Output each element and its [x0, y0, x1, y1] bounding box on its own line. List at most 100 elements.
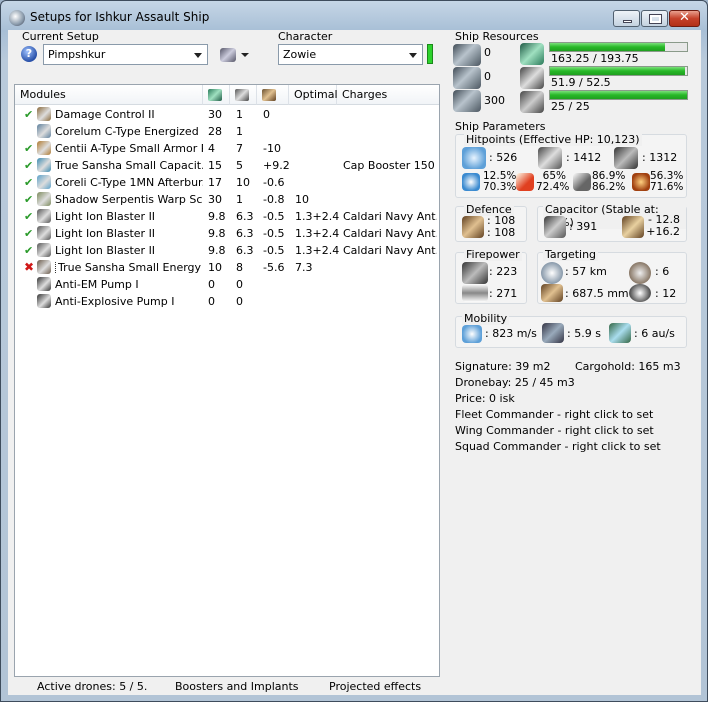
- module-row[interactable]: ✔ Damage Control II 30 1 0: [15, 106, 437, 123]
- module-optimal: 1.3+2.4: [295, 210, 339, 223]
- module-row[interactable]: ✔ Shadow Serpentis Warp Sc... 30 1 -0.8 10: [15, 191, 437, 208]
- module-powergrid: 1: [236, 193, 243, 206]
- character-label: Character: [278, 30, 333, 43]
- defence-value-b: : 108: [487, 226, 516, 239]
- rig-icon: [37, 294, 51, 308]
- module-charges: Cap Booster 150: [343, 159, 435, 172]
- online-check-icon[interactable]: ✔: [24, 210, 33, 223]
- module-cpu: 17: [208, 176, 222, 189]
- window-title: Setups for Ishkur Assault Ship: [30, 10, 210, 24]
- module-name-text: Coreli C-Type 1MN Afterbur...: [55, 176, 203, 189]
- setup-dropdown[interactable]: Pimpshkur: [43, 44, 208, 65]
- ship-tools-icon[interactable]: [220, 48, 236, 62]
- warp-speed-value: : 6 au/s: [634, 327, 675, 340]
- close-icon: ✕: [679, 10, 690, 25]
- module-name-text: Light Ion Blaster II: [55, 210, 156, 223]
- firepower-value-a: : 223: [489, 265, 518, 278]
- module-row[interactable]: Corelum C-Type Energized ... 28 1: [15, 123, 437, 140]
- em-resist-values: 12.5% 70.3%: [483, 171, 517, 193]
- online-check-icon[interactable]: ✔: [24, 108, 33, 121]
- module-row[interactable]: ✔ Centii A-Type Small Armor R... 4 7 -10: [15, 140, 437, 157]
- online-check-icon[interactable]: ✔: [24, 159, 33, 172]
- module-powergrid: 0: [236, 278, 243, 291]
- armor-hp-value: : 1412: [566, 151, 602, 164]
- module-cpu: 10: [208, 261, 222, 274]
- squad-commander-slot[interactable]: Squad Commander - right click to set: [455, 440, 661, 453]
- status-bar: Active drones: 5 / 5. Boosters and Impla…: [8, 680, 701, 695]
- module-optimal: 1.3+2.4: [295, 227, 339, 240]
- ship-resources-title: Ship Resources: [455, 30, 539, 43]
- volley-damage-icon: [462, 284, 488, 302]
- maximize-button[interactable]: [641, 10, 668, 27]
- module-row[interactable]: Anti-Explosive Pump I 0 0: [15, 293, 437, 310]
- wing-commander-slot[interactable]: Wing Commander - right click to set: [455, 424, 654, 437]
- module-row[interactable]: ✔ Light Ion Blaster II 9.8 6.3 -0.5 1.3+2.4 Ca…: [15, 242, 437, 259]
- module-powergrid: 6.3: [236, 227, 254, 240]
- module-name: True Sansha Small Energy ...: [55, 261, 203, 274]
- thermal-resist-armor: 72.4%: [536, 181, 570, 193]
- drone-bandwidth-icon: [453, 90, 481, 112]
- calibration-value: 25 / 25: [551, 100, 590, 113]
- help-icon[interactable]: ?: [21, 46, 37, 62]
- module-name-text: Anti-Explosive Pump I: [55, 295, 175, 308]
- module-capacitor: -0.8: [263, 193, 285, 206]
- em-resist-armor: 70.3%: [483, 181, 517, 193]
- column-header-capacitor[interactable]: [257, 85, 289, 105]
- module-row[interactable]: Anti-EM Pump I 0 0: [15, 276, 437, 293]
- energizer-icon: [37, 124, 51, 138]
- em-resist-icon: [462, 173, 480, 191]
- online-check-icon[interactable]: ✔: [24, 227, 33, 240]
- warp-scrambler-icon: [37, 192, 51, 206]
- minimize-button[interactable]: [613, 10, 640, 27]
- module-powergrid: 1: [236, 108, 243, 121]
- module-name-text: Light Ion Blaster II: [55, 244, 156, 257]
- column-header-modules[interactable]: Modules: [15, 85, 203, 105]
- close-button[interactable]: ✕: [669, 10, 700, 27]
- capacitor-amount-icon: [544, 216, 566, 238]
- scan-resolution-icon: [541, 284, 563, 302]
- defence-group: Defence : 108 : 108: [455, 203, 527, 242]
- fleet-commander-slot[interactable]: Fleet Commander - right click to set: [455, 408, 653, 421]
- module-row[interactable]: ✖ True Sansha Small Energy ... 10 8 -5.6 7.3: [15, 259, 437, 276]
- tools-chevron-down-icon[interactable]: [241, 53, 249, 57]
- module-cpu: 28: [208, 125, 222, 138]
- boosters-implants-button[interactable]: Boosters and Implants: [175, 680, 299, 693]
- maximize-icon: [649, 14, 662, 24]
- cpu-icon: [520, 43, 544, 65]
- online-check-icon[interactable]: ✔: [24, 142, 33, 155]
- module-optimal: 10: [295, 193, 309, 206]
- explosive-resist-values: 56.3% 71.6%: [650, 171, 684, 193]
- character-dropdown[interactable]: Zowie: [278, 44, 423, 65]
- active-drones-label[interactable]: Active drones: 5 / 5.: [37, 680, 147, 693]
- offline-cross-icon[interactable]: ✖: [24, 260, 34, 274]
- chevron-down-icon: [194, 53, 202, 58]
- module-name-text: Light Ion Blaster II: [55, 227, 156, 240]
- module-cpu: 30: [208, 108, 222, 121]
- projected-effects-button[interactable]: Projected effects: [329, 680, 421, 693]
- online-check-icon[interactable]: ✔: [24, 193, 33, 206]
- title-bar[interactable]: Setups for Ishkur Assault Ship ✕: [1, 1, 707, 31]
- client-area: Current Setup ? Pimpshkur Character Zowi…: [8, 30, 701, 695]
- module-row[interactable]: ✔ Coreli C-Type 1MN Afterbur... 17 10 -0.6: [15, 174, 437, 191]
- hitpoints-group: Hitpoints (Effective HP: 10,123) : 526 :…: [455, 133, 687, 198]
- column-header-charges[interactable]: Charges: [337, 85, 439, 105]
- module-row[interactable]: ✔ Light Ion Blaster II 9.8 6.3 -0.5 1.3+2.4 Ca…: [15, 225, 437, 242]
- firepower-title: Firepower: [464, 248, 522, 261]
- explosive-resist-armor: 71.6%: [650, 181, 684, 193]
- online-check-icon[interactable]: ✔: [24, 244, 33, 257]
- column-header-optimal[interactable]: Optimal: [289, 85, 338, 105]
- module-cpu: 0: [208, 278, 215, 291]
- module-row[interactable]: ✔ Light Ion Blaster II 9.8 6.3 -0.5 1.3+2.4 Ca…: [15, 208, 437, 225]
- module-name-text: True Sansha Small Capacit...: [55, 159, 203, 172]
- shield-hp-value: : 526: [489, 151, 518, 164]
- column-header-powergrid[interactable]: [230, 85, 257, 105]
- mobility-title: Mobility: [462, 312, 510, 325]
- max-velocity-value: : 823 m/s: [485, 327, 537, 340]
- column-header-cpu[interactable]: [203, 85, 230, 105]
- module-cpu: 4: [208, 142, 215, 155]
- online-check-icon[interactable]: ✔: [24, 176, 33, 189]
- module-name: True Sansha Small Capacit...: [55, 159, 203, 172]
- module-name: Damage Control II: [55, 108, 203, 121]
- module-row[interactable]: ✔ True Sansha Small Capacit... 15 5 +9.2 Cap …: [15, 157, 437, 174]
- dronebay-text: Dronebay: 25 / 45 m3: [455, 376, 575, 389]
